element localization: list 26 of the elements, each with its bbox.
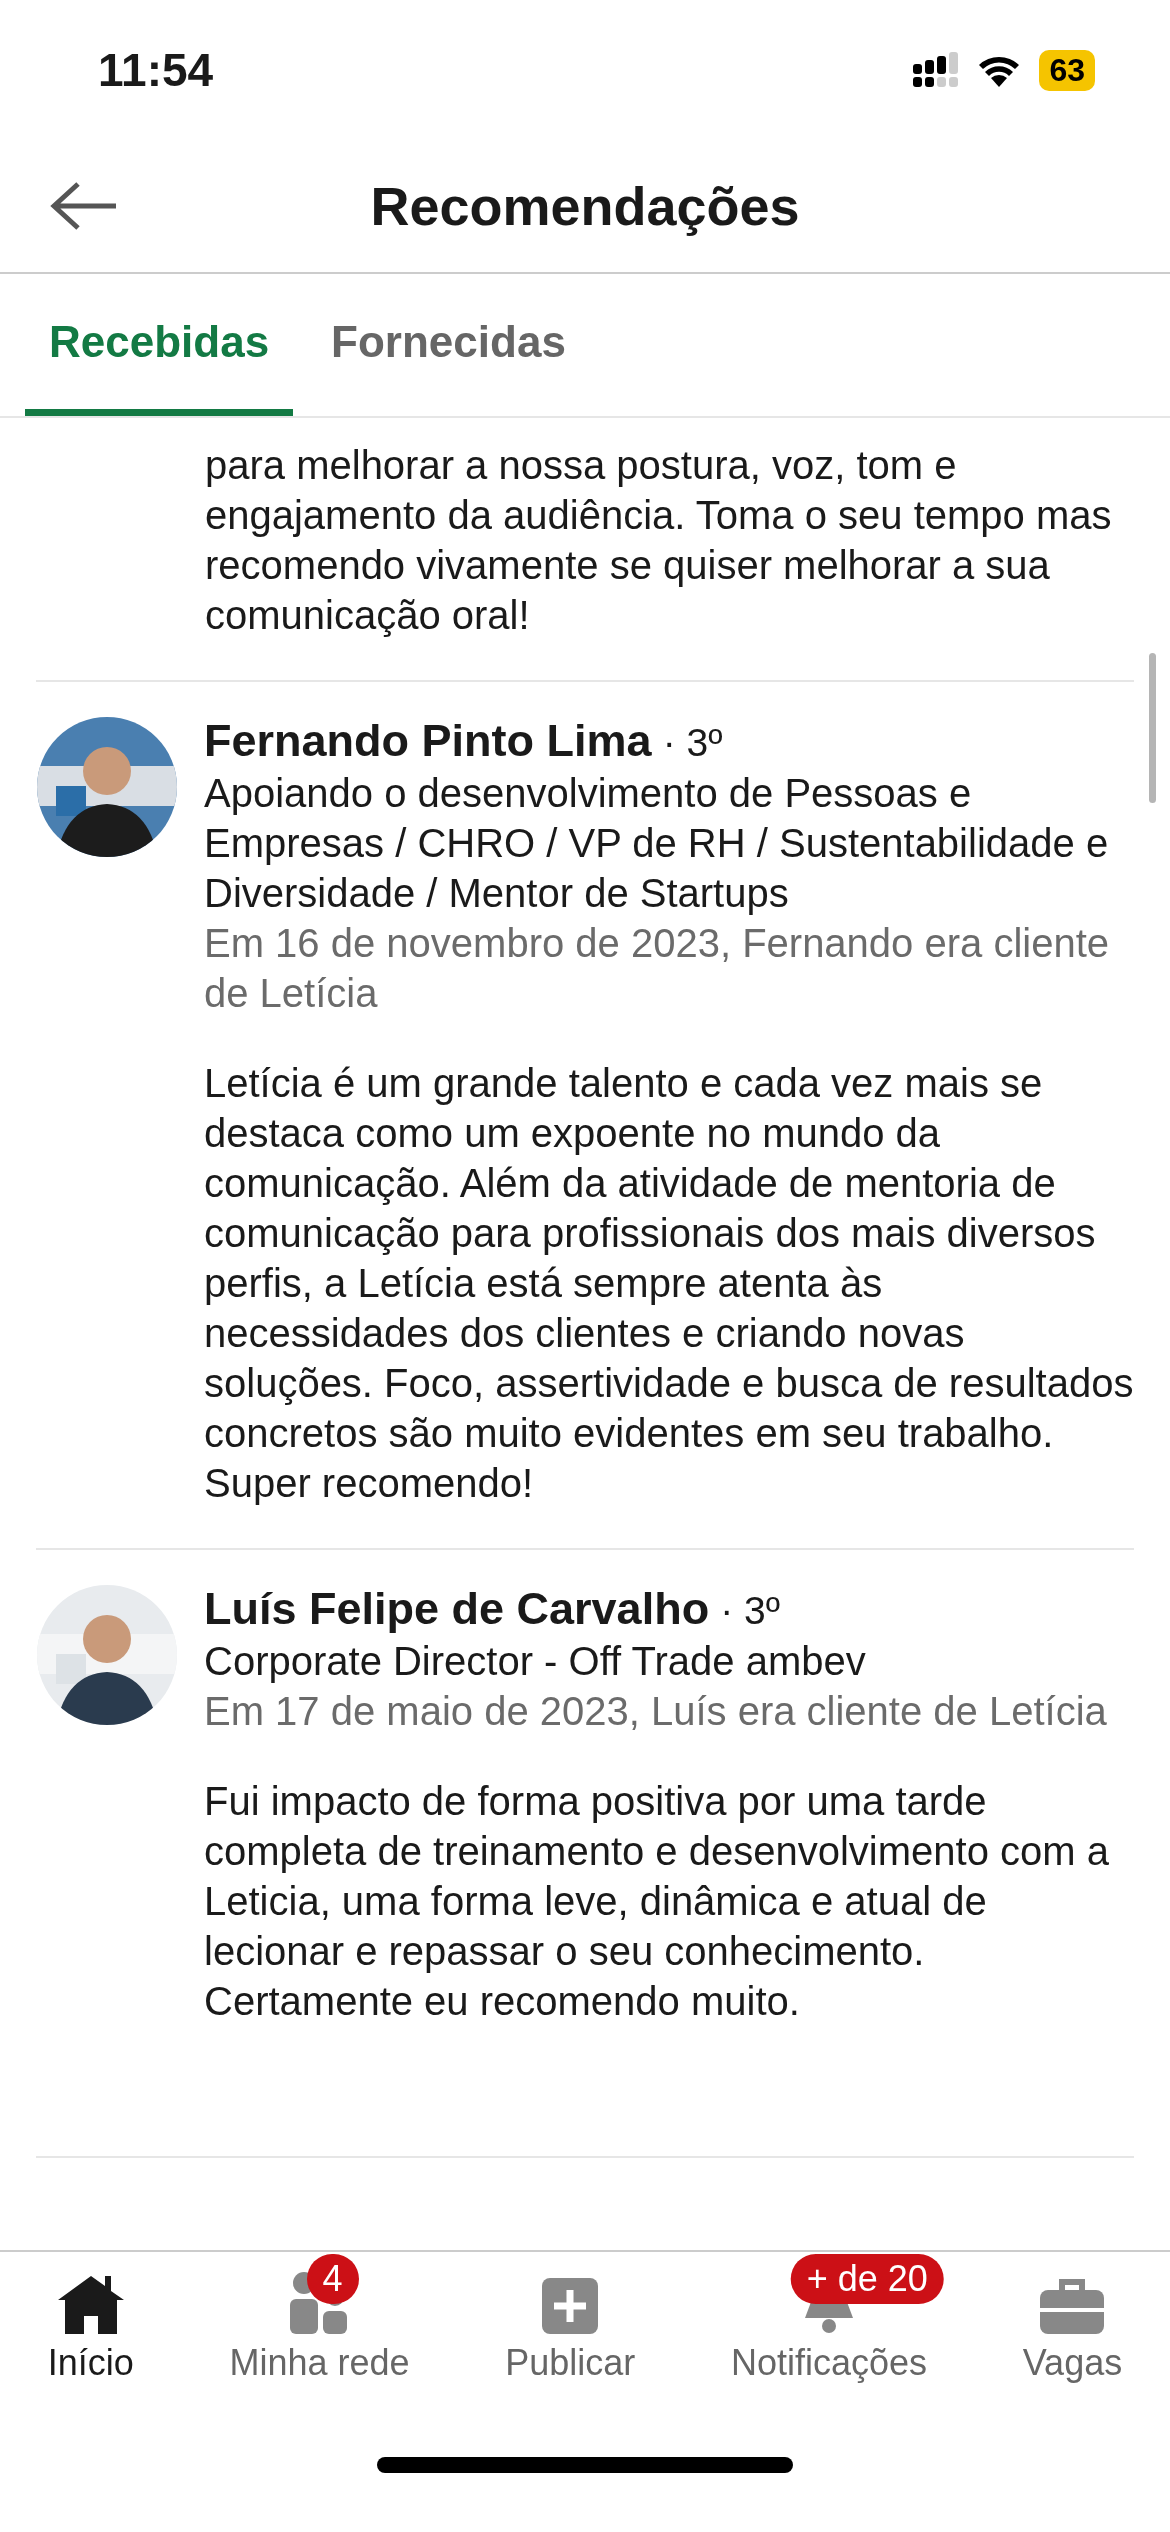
status-time: 11:54	[98, 43, 214, 97]
relationship-text: Em 17 de maio de 2023, Luís era cliente de Letícia	[204, 1688, 1108, 1735]
person-headline: Apoiando o desenvolvimento de Pessoas e Empresas / CHRO / VP de RH / Sustentabilidade e Diversidade / Mentor de Startups	[204, 770, 1110, 917]
connection-degree: · 3º	[662, 721, 723, 764]
nav-tab[interactable]: 4 Minha rede	[207, 2252, 432, 2422]
nav-tab[interactable]: Início	[25, 2252, 156, 2422]
notification-badge: 4	[306, 2254, 359, 2304]
battery-indicator: 63	[1039, 49, 1095, 91]
nav-tab[interactable]: Publicar	[483, 2252, 658, 2422]
person-headline: Corporate Director - Off Trade ambev	[204, 1638, 867, 1685]
nav-tab[interactable]: + de 20 Notificações	[709, 2252, 950, 2422]
recommendation-text: Letícia é um grande talento e cada vez mais se destaca como um expoente no mundo da comunicação. Além da atividade de mentoria de comunicação para profissionais dos mais diversos perfis, a Letícia está sempre atenta às necessidades dos clientes e criando novas soluções. Foco, assertividade e busca de resultados concretos são muito evidentes em seu trabalho. Super recomendo!	[204, 1060, 1134, 1507]
tab[interactable]: Recebidas	[25, 274, 294, 416]
signal-icon	[913, 52, 960, 88]
connection-degree: · 3º	[720, 1589, 781, 1632]
person-name[interactable]: Luís Felipe de Carvalho	[204, 1583, 710, 1634]
plus-icon	[542, 2278, 599, 2334]
tab[interactable]: Fornecidas	[307, 274, 590, 416]
page-title: Recomendações	[370, 175, 800, 237]
notification-badge: + de 20	[790, 2254, 944, 2304]
briefcase-icon	[1040, 2278, 1105, 2334]
recommendation-text: para melhorar a nossa postura, voz, tom e engajamento da audiência. Toma o seu tempo mas recomendo vivamente se quiser melhorar a sua comunicação oral!	[205, 442, 1113, 639]
recommendation-text: Fui impacto de forma positiva por uma tarde completa de treinamento e desenvolvimento com a Leticia, uma forma leve, dinâmica e atual de lecionar e repassar o seu conhecimento. Certamente eu recomendo muito.	[204, 1778, 1110, 2025]
person-name[interactable]: Fernando Pinto Lima	[204, 715, 652, 766]
relationship-text: Em 16 de novembro de 2023, Fernando era cliente de Letícia	[204, 920, 1111, 1017]
nav-tab[interactable]: Vagas	[1000, 2252, 1145, 2422]
